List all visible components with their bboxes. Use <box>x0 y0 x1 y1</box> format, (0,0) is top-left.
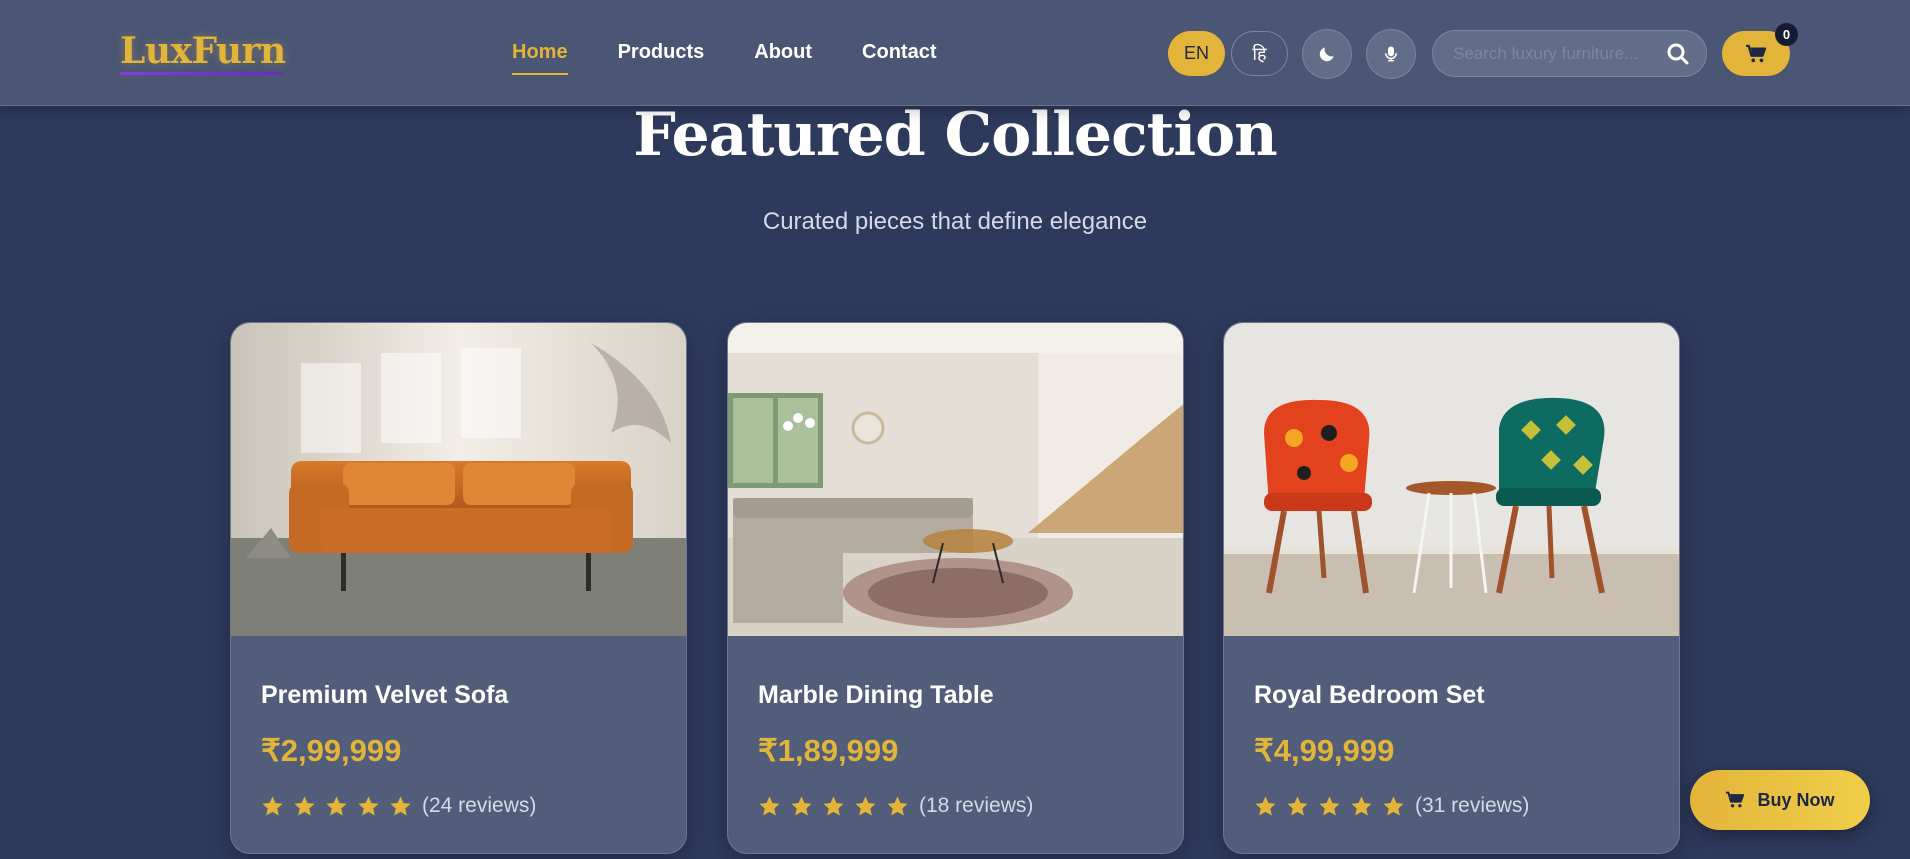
nav-about[interactable]: About <box>754 41 812 64</box>
nav-home[interactable]: Home <box>512 41 568 75</box>
product-rating: (18 reviews) <box>758 794 1033 818</box>
theme-toggle-button[interactable] <box>1302 29 1352 79</box>
star-icon <box>791 795 812 816</box>
product-rating: (24 reviews) <box>261 794 536 818</box>
star-icon <box>1287 795 1308 816</box>
star-rating <box>261 795 412 818</box>
product-name: Royal Bedroom Set <box>1254 681 1485 709</box>
moon-icon <box>1319 47 1334 62</box>
star-icon <box>358 795 379 816</box>
review-count: (31 reviews) <box>1415 794 1530 817</box>
star-icon <box>1255 795 1276 816</box>
star-icon <box>1351 795 1372 816</box>
product-image <box>231 323 686 636</box>
star-icon <box>1383 795 1404 816</box>
star-icon <box>823 795 844 816</box>
logo-underline <box>120 72 282 75</box>
search-button[interactable] <box>1666 42 1690 66</box>
language-hi-button[interactable]: हि <box>1231 31 1288 76</box>
search-icon <box>1667 43 1689 65</box>
section-subtitle: Curated pieces that define elegance <box>762 208 1148 235</box>
star-icon <box>759 795 780 816</box>
star-icon <box>855 795 876 816</box>
product-rating: (31 reviews) <box>1254 794 1529 818</box>
product-card[interactable]: Premium Velvet Sofa ₹2,99,999 (24 review… <box>230 322 687 854</box>
product-price: ₹1,89,999 <box>758 733 899 768</box>
product-price: ₹2,99,999 <box>261 733 402 768</box>
product-card[interactable]: Royal Bedroom Set ₹4,99,999 (31 reviews) <box>1223 322 1680 854</box>
product-image <box>728 323 1183 636</box>
section-title: Featured Collection <box>633 100 1278 170</box>
star-icon <box>262 795 283 816</box>
product-name: Marble Dining Table <box>758 681 994 709</box>
star-icon <box>1319 795 1340 816</box>
cart-icon <box>1726 791 1745 808</box>
search-bar <box>1432 30 1707 77</box>
language-en-button[interactable]: EN <box>1168 31 1225 76</box>
buy-now-button[interactable]: Buy Now <box>1690 770 1870 830</box>
product-card[interactable]: Marble Dining Table ₹1,89,999 (18 review… <box>727 322 1184 854</box>
microphone-icon <box>1385 46 1397 62</box>
product-name: Premium Velvet Sofa <box>261 681 509 709</box>
nav-contact[interactable]: Contact <box>862 41 936 64</box>
product-price: ₹4,99,999 <box>1254 733 1395 768</box>
star-icon <box>887 795 908 816</box>
voice-search-button[interactable] <box>1366 29 1416 79</box>
buy-now-label: Buy Now <box>1757 789 1835 810</box>
product-image <box>1224 323 1679 636</box>
nav-products[interactable]: Products <box>618 41 705 64</box>
star-rating <box>758 795 909 818</box>
star-icon <box>294 795 315 816</box>
cart-icon <box>1746 44 1767 62</box>
star-icon <box>326 795 347 816</box>
star-icon <box>390 795 411 816</box>
brand-logo[interactable]: LuxFurn <box>120 30 286 72</box>
search-input[interactable] <box>1453 43 1653 65</box>
main-nav: Home Products About Contact <box>512 41 936 75</box>
star-rating <box>1254 795 1405 818</box>
navbar: LuxFurn Home Products About Contact EN ह… <box>0 0 1910 106</box>
cart-count-badge: 0 <box>1775 23 1798 46</box>
review-count: (18 reviews) <box>919 794 1034 817</box>
review-count: (24 reviews) <box>422 794 537 817</box>
